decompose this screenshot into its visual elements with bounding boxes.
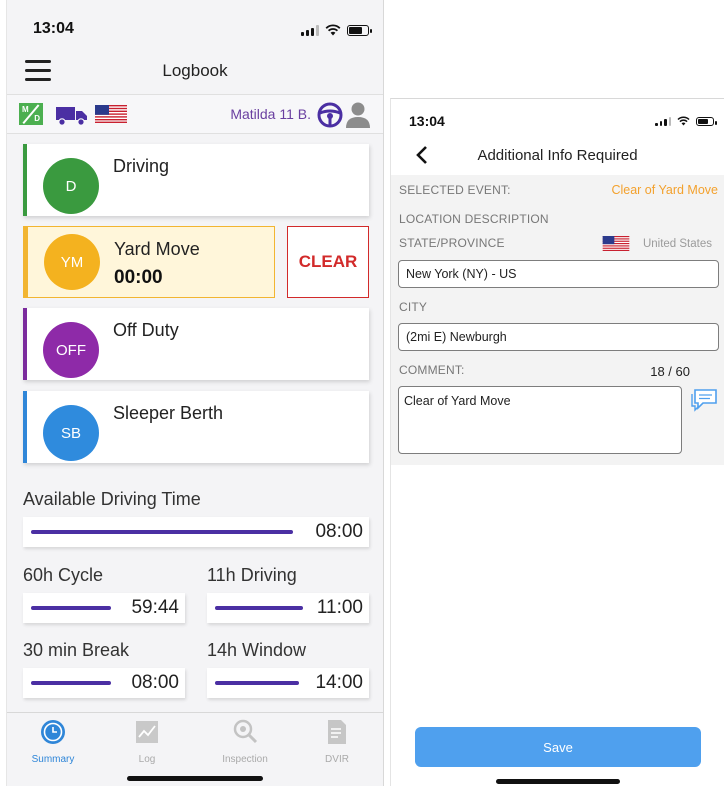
status-label-sleeper-berth: Sleeper Berth: [113, 403, 224, 423]
tab-dvir-label: DVIR: [325, 754, 349, 765]
us-flag-icon[interactable]: [95, 105, 127, 123]
magnifier-icon: [233, 719, 258, 744]
wifi-icon: [677, 116, 690, 126]
chat-bubble-icon[interactable]: [689, 387, 719, 413]
status-card-yard-move[interactable]: YM Yard Move 00:00: [23, 226, 275, 298]
user-icon[interactable]: [345, 101, 371, 129]
break-30min-timer: 08:00: [23, 668, 185, 698]
status-card-off-duty[interactable]: OFF Off Duty: [23, 308, 369, 380]
window-14h-title: 14h Window: [207, 640, 307, 660]
driver-info-bar: M D Matilda 11 B.: [7, 94, 383, 134]
status-bar: 13:04: [7, 0, 383, 46]
comment-counter: 18 / 60: [650, 364, 690, 379]
driving-11h-value: 11:00: [316, 597, 363, 618]
cycle-60h-title: 60h Cycle: [23, 565, 104, 585]
country-selector[interactable]: United States: [643, 238, 712, 250]
document-icon: [328, 720, 346, 744]
status-icons: [301, 24, 372, 36]
city-label: CITY: [399, 300, 428, 314]
driving-11h-bar: [215, 606, 303, 610]
status-timer-yard-move: 00:00: [114, 267, 163, 288]
state-province-label: STATE/PROVINCE: [399, 236, 505, 250]
break-30min-value: 08:00: [131, 672, 179, 693]
city-field[interactable]: (2mi E) Newburgh: [398, 323, 719, 351]
home-indicator[interactable]: [495, 779, 620, 784]
window-14h-value: 14:00: [315, 672, 363, 693]
truck-icon[interactable]: [55, 104, 89, 126]
battery-icon: [696, 117, 717, 126]
app-header: Additional Info Required: [391, 137, 724, 175]
tab-dvir[interactable]: DVIR: [297, 719, 377, 765]
driving-11h-timer: 11:00: [207, 593, 369, 623]
home-indicator[interactable]: [127, 776, 263, 781]
wifi-icon: [325, 24, 341, 36]
clock-icon: [41, 720, 65, 744]
status-time: 13:04: [409, 113, 445, 129]
status-icons: [655, 116, 717, 126]
tab-log[interactable]: Log: [107, 719, 187, 765]
status-badge-driving: D: [43, 158, 99, 214]
logbook-screen: 13:04 Logbook M D Matilda 11 B. D Drivin…: [6, 0, 384, 786]
driving-11h-title: 11h Driving: [207, 565, 297, 585]
comment-label: COMMENT:: [399, 363, 465, 377]
status-time: 13:04: [33, 20, 74, 37]
md-bottom-letter: D: [34, 114, 40, 123]
location-description-label: LOCATION DESCRIPTION: [399, 212, 549, 226]
tab-log-label: Log: [138, 754, 156, 765]
comment-field[interactable]: Clear of Yard Move: [398, 386, 682, 454]
window-14h-bar: [215, 681, 299, 685]
us-flag-icon[interactable]: [601, 236, 631, 251]
chart-icon: [136, 721, 158, 743]
driver-name[interactable]: Matilda 11 B.: [230, 106, 311, 122]
available-driving-bar: [31, 530, 293, 534]
clear-button[interactable]: CLEAR: [287, 226, 369, 298]
page-title: Additional Info Required: [477, 147, 638, 164]
status-label-driving: Driving: [113, 156, 170, 176]
selected-event-value: Clear of Yard Move: [611, 183, 718, 197]
save-button[interactable]: Save: [415, 727, 701, 767]
status-card-driving[interactable]: D Driving: [23, 144, 369, 216]
cycle-60h-value: 59:44: [131, 597, 179, 618]
break-30min-bar: [31, 681, 111, 685]
window-14h-timer: 14:00: [207, 668, 369, 698]
break-30min-title: 30 min Break: [23, 640, 130, 660]
tab-inspection[interactable]: Inspection: [205, 719, 285, 765]
app-header: Logbook: [7, 50, 383, 94]
available-driving-timer: 08:00: [23, 517, 369, 547]
signal-icon: [655, 117, 671, 126]
status-card-sleeper-berth[interactable]: SB Sleeper Berth: [23, 391, 369, 463]
selected-event-label: SELECTED EVENT:: [399, 183, 511, 197]
status-badge-sleeper-berth: SB: [43, 405, 99, 461]
steering-wheel-icon[interactable]: [317, 102, 343, 128]
battery-icon: [347, 25, 372, 36]
tab-summary-label: Summary: [31, 754, 75, 765]
status-badge-off-duty: OFF: [43, 322, 99, 378]
page-title: Logbook: [162, 61, 228, 80]
cycle-60h-timer: 59:44: [23, 593, 185, 623]
bottom-tab-bar: Summary Log Inspection DVIR: [7, 712, 383, 786]
status-badge-yard-move: YM: [44, 234, 100, 290]
tab-inspection-label: Inspection: [222, 754, 268, 765]
md-top-letter: M: [22, 105, 29, 114]
available-driving-value: 08:00: [315, 521, 363, 542]
signal-icon: [301, 25, 319, 36]
status-label-yard-move: Yard Move: [114, 239, 200, 259]
cycle-60h-bar: [31, 606, 111, 610]
tab-summary[interactable]: Summary: [13, 719, 93, 765]
md-icon[interactable]: M D: [19, 103, 43, 125]
available-driving-title: Available Driving Time: [23, 489, 201, 509]
additional-info-screen: 13:04 Additional Info Required SELECTED …: [390, 98, 724, 786]
status-label-off-duty: Off Duty: [113, 320, 179, 340]
status-bar: 13:04: [391, 99, 724, 135]
state-province-field[interactable]: New York (NY) - US: [398, 260, 719, 288]
